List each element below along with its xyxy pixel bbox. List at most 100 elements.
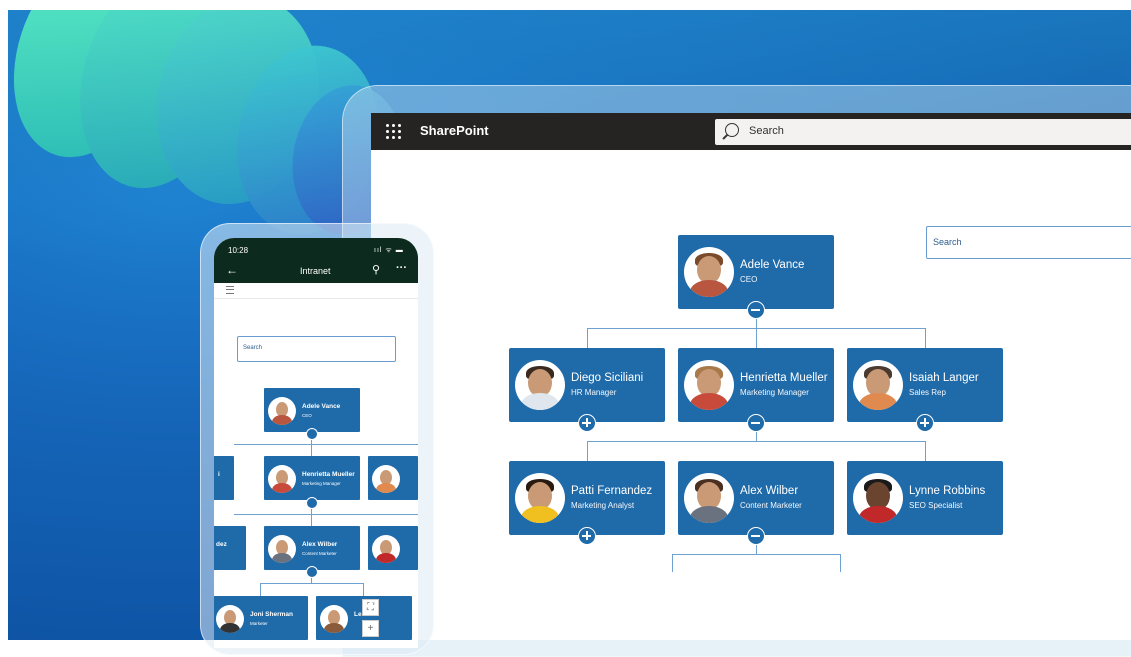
connector-line — [756, 328, 757, 348]
connector-line — [672, 554, 840, 555]
avatar — [372, 535, 400, 563]
back-arrow-icon[interactable]: ← — [226, 263, 238, 277]
person-name: Adele Vance — [302, 403, 341, 410]
avatar — [684, 360, 734, 410]
sharepoint-desktop-window: SharePoint Search Search Adele Vance CEO… — [371, 113, 1131, 640]
person-role: Marketing Analyst — [571, 501, 635, 510]
avatar — [268, 535, 296, 563]
expand-toggle-icon[interactable] — [578, 414, 596, 432]
person-role: Marketing Manager — [740, 388, 809, 397]
org-card[interactable]: Diego Siciliani HR Manager — [509, 348, 665, 422]
expand-toggle-icon[interactable] — [916, 414, 934, 432]
org-card-partial[interactable]: i — [214, 456, 234, 500]
collapse-toggle-icon[interactable] — [747, 527, 765, 545]
avatar — [216, 605, 244, 633]
status-time: 10:28 — [228, 246, 249, 255]
connector-line — [587, 441, 925, 442]
connector-line — [840, 554, 841, 572]
connector-line — [311, 514, 312, 526]
person-name: Isaiah Langer — [909, 372, 979, 384]
avatar — [268, 397, 296, 425]
avatar — [515, 360, 565, 410]
avatar — [372, 465, 400, 493]
suite-header: SharePoint Search — [371, 113, 1131, 150]
person-role: HR Manager — [571, 388, 617, 397]
page-title: Intranet — [300, 266, 331, 276]
org-card-partial[interactable]: dez — [214, 526, 246, 570]
avatar — [684, 473, 734, 523]
org-card[interactable]: Alex Wilber Content Marketer — [264, 526, 360, 570]
search-placeholder: Search — [243, 345, 263, 351]
person-name: Patti Fernandez — [571, 485, 653, 497]
org-card-ceo[interactable]: Adele Vance CEO — [264, 388, 360, 432]
person-name: Adele Vance — [740, 259, 805, 271]
person-name: Alex Wilber — [302, 541, 338, 548]
org-card-partial[interactable] — [368, 456, 418, 500]
search-placeholder: Search — [749, 125, 784, 137]
avatar — [515, 473, 565, 523]
org-chart-search-input[interactable]: Search — [237, 336, 396, 362]
search-icon — [725, 123, 739, 137]
avatar — [268, 465, 296, 493]
connector-line — [363, 583, 364, 596]
status-icons: ııl ᯤ ▬ — [374, 247, 404, 254]
org-card[interactable]: Henrietta Mueller Marketing Manager — [678, 348, 834, 422]
collapse-toggle-icon[interactable] — [306, 428, 318, 440]
app-brand[interactable]: SharePoint — [420, 123, 489, 138]
zoom-in-icon[interactable]: + — [362, 620, 379, 637]
org-card[interactable]: Isaiah Langer Sales Rep — [847, 348, 1003, 422]
connector-line — [587, 328, 588, 348]
person-role: Sales Rep — [909, 388, 946, 397]
connector-line — [672, 554, 673, 572]
person-name: Henrietta Mueller — [740, 372, 828, 384]
connector-line — [925, 441, 926, 461]
hamburger-menu-icon[interactable] — [226, 286, 234, 294]
person-name: Joni Sherman — [250, 611, 293, 618]
more-options-icon[interactable]: ··· — [396, 262, 407, 274]
fit-to-screen-icon[interactable]: ⛶ — [362, 599, 379, 616]
org-chart-search-input[interactable]: Search — [926, 226, 1131, 259]
org-card[interactable]: Henrietta Mueller Marketing Manager — [264, 456, 360, 500]
person-role: Marketer — [250, 621, 268, 626]
mobile-phone-screen: 10:28 ııl ᯤ ▬ ← Intranet ⚲ ··· Search Ad… — [214, 238, 418, 648]
org-card-ceo[interactable]: Adele Vance CEO — [678, 235, 834, 309]
collapse-toggle-icon[interactable] — [747, 301, 765, 319]
search-icon[interactable]: ⚲ — [372, 263, 380, 276]
person-role: Content Marketer — [740, 501, 802, 510]
person-name: Diego Siciliani — [571, 372, 644, 384]
person-role: CEO — [302, 413, 312, 418]
person-role: Marketing Manager — [302, 481, 341, 486]
collapse-toggle-icon[interactable] — [306, 566, 318, 578]
search-placeholder: Search — [933, 237, 962, 247]
connector-line — [234, 514, 418, 515]
org-card[interactable]: Patti Fernandez Marketing Analyst — [509, 461, 665, 535]
org-card[interactable]: Lynne Robbins SEO Specialist — [847, 461, 1003, 535]
person-name: dez — [216, 541, 227, 548]
person-role: SEO Specialist — [909, 501, 963, 510]
org-card-partial[interactable] — [368, 526, 418, 570]
divider — [214, 298, 418, 299]
app-launcher-icon[interactable] — [385, 123, 403, 141]
connector-line — [260, 583, 364, 584]
connector-line — [925, 328, 926, 348]
phone-header: 10:28 ııl ᯤ ▬ ← Intranet ⚲ ··· — [214, 238, 418, 283]
person-name: i — [218, 471, 220, 478]
collapse-toggle-icon[interactable] — [747, 414, 765, 432]
connector-line — [311, 444, 312, 456]
avatar — [684, 247, 734, 297]
collapse-toggle-icon[interactable] — [306, 497, 318, 509]
org-card[interactable]: Alex Wilber Content Marketer — [678, 461, 834, 535]
org-card[interactable]: Joni Sherman Marketer — [214, 596, 308, 640]
person-name: Alex Wilber — [740, 485, 799, 497]
person-role: Content Marketer — [302, 551, 337, 556]
connector-line — [260, 583, 261, 596]
avatar — [853, 473, 903, 523]
connector-line — [234, 444, 418, 445]
avatar — [853, 360, 903, 410]
expand-toggle-icon[interactable] — [578, 527, 596, 545]
person-role: CEO — [740, 275, 758, 284]
connector-line — [587, 441, 588, 461]
suite-search-box[interactable]: Search — [715, 119, 1131, 145]
avatar — [320, 605, 348, 633]
person-name: Lynne Robbins — [909, 485, 986, 497]
